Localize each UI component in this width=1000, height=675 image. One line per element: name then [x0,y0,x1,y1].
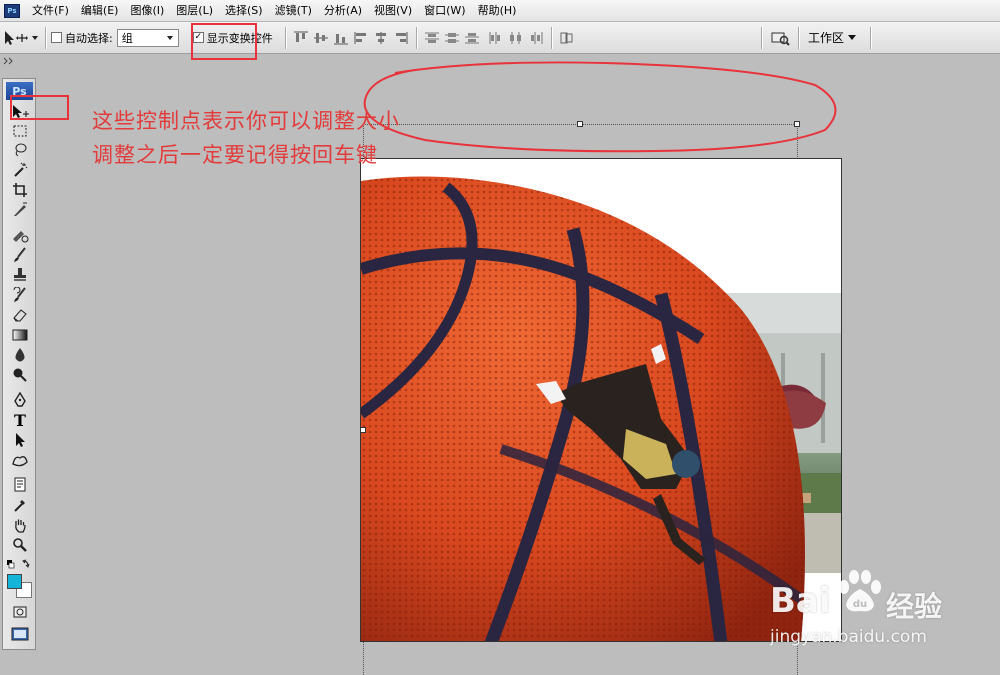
transform-handle-middle-left[interactable] [360,427,366,433]
workspace-menu[interactable]: 工作区 [804,29,865,46]
menu-layer[interactable]: 图层(L) [170,0,219,22]
move-tool-icon [5,30,28,45]
distribute-hcenter-icon[interactable] [506,28,526,48]
menu-window[interactable]: 窗口(W) [418,0,471,22]
auto-select-checkbox[interactable] [51,32,62,43]
options-bar: 自动选择: 组 ✓ 显示变换控件 工作区 [0,22,1000,54]
annotation-line-1: 这些控制点表示你可以调整大小 [92,109,400,133]
highlight-move-tool [10,95,69,120]
gradient-tool-icon[interactable] [8,326,32,344]
separator [797,26,799,49]
quick-mask-icon[interactable] [8,603,32,621]
distribute-top-icon[interactable] [422,28,442,48]
menu-select[interactable]: 选择(S) [219,0,269,22]
pen-tool-icon[interactable] [8,391,32,409]
menu-help[interactable]: 帮助(H) [472,0,523,22]
zoom-tool-icon[interactable] [8,536,32,554]
baidu-watermark: Bai du 经验 jingyan.baidu.com [762,565,992,655]
align-left-icon[interactable] [351,28,371,48]
clone-stamp-icon[interactable] [8,266,32,284]
foreground-color-swatch[interactable] [7,574,22,589]
color-swap-controls[interactable] [6,558,34,572]
align-hcenter-icon[interactable] [371,28,391,48]
notes-tool-icon[interactable] [8,476,32,494]
blur-tool-icon[interactable] [8,346,32,364]
paw-logo-icon: du [839,570,881,612]
chevron-down-icon [32,35,38,40]
dodge-tool-icon[interactable] [8,366,32,384]
distribute-bottom-icon[interactable] [462,28,482,48]
eraser-icon[interactable] [8,306,32,324]
watermark-suffix: 经验 [886,590,943,623]
align-bottom-icon[interactable] [331,28,351,48]
separator [550,26,552,49]
menu-filter[interactable]: 滤镜(T) [269,0,318,22]
crop-tool-icon[interactable] [8,181,32,199]
menu-file[interactable]: 文件(F) [26,0,75,22]
auto-select-dropdown[interactable]: 组 [116,28,179,47]
hand-tool-icon[interactable] [8,516,32,534]
auto-select-label: 自动选择: [65,31,113,45]
separator [760,26,762,49]
svg-text:du: du [853,599,867,610]
separator [870,26,871,49]
separator [415,26,417,49]
path-selection-icon[interactable] [8,431,32,449]
toolbox-panel: Ps T [2,78,36,650]
watermark-brand: Bai [770,581,831,621]
annotation-line-2: 调整之后一定要记得按回车键 [92,143,378,167]
double-chevron-icon[interactable] [3,57,15,65]
healing-brush-icon[interactable] [8,226,32,244]
tool-preset-picker[interactable] [0,24,40,52]
custom-shape-icon[interactable] [8,451,32,469]
workspace-label: 工作区 [807,31,844,45]
type-tool-icon[interactable]: T [8,411,32,430]
distribute-left-icon[interactable] [486,28,506,48]
menu-bar: Ps 文件(F) 编辑(E) 图像(I) 图层(L) 选择(S) 滤镜(T) 分… [0,0,1000,22]
bridge-icon[interactable] [767,28,793,48]
auto-align-layers-icon[interactable] [557,28,577,48]
chevron-down-icon [166,35,173,40]
slice-tool-icon[interactable] [8,201,32,219]
watermark-url: jingyan.baidu.com [770,627,927,647]
highlight-show-transform [191,23,257,60]
lasso-tool-icon[interactable] [8,141,32,159]
menu-view[interactable]: 视图(V) [368,0,418,22]
screen-mode-icon[interactable] [8,625,32,643]
align-right-icon[interactable] [391,28,411,48]
distribute-right-icon[interactable] [526,28,546,48]
marquee-tool-icon[interactable] [8,122,32,140]
menu-analysis[interactable]: 分析(A) [318,0,368,22]
ps-app-icon: Ps [4,3,20,18]
brush-tool-icon[interactable] [8,246,32,264]
align-vcenter-icon[interactable] [311,28,331,48]
separator [284,26,286,49]
menu-image[interactable]: 图像(I) [124,0,170,22]
magic-wand-icon[interactable] [8,161,32,179]
handdrawn-circle [363,61,837,153]
history-brush-icon[interactable] [8,286,32,304]
photoshop-window: Ps 文件(F) 编辑(E) 图像(I) 图层(L) 选择(S) 滤镜(T) 分… [0,0,1000,675]
chevron-down-icon [848,34,856,40]
distribute-vcenter-icon[interactable] [442,28,462,48]
separator [45,26,46,49]
menu-edit[interactable]: 编辑(E) [75,0,125,22]
align-top-icon[interactable] [291,28,311,48]
auto-select-value: 组 [121,31,133,45]
eyedropper-icon[interactable] [8,496,32,514]
